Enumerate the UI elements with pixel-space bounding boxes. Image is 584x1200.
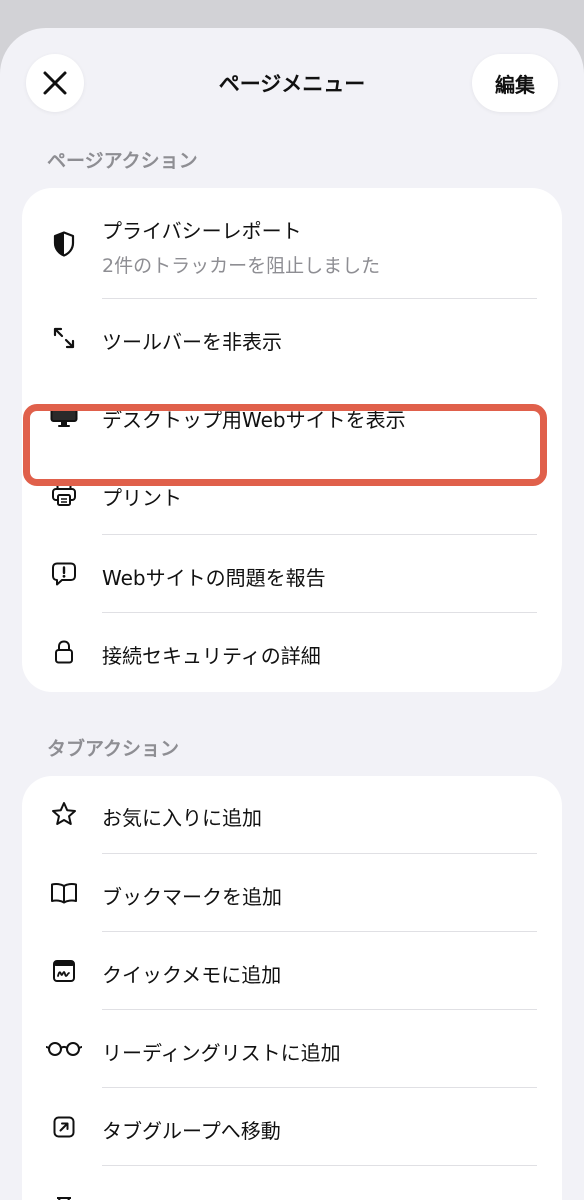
menu-item-label: リーディングリストに追加 — [102, 1041, 341, 1065]
quick-note-icon — [48, 955, 80, 987]
header: ページメニュー 編集 — [0, 28, 584, 140]
menu-item-add-quick-note[interactable]: クイックメモに追加 — [22, 932, 562, 1010]
arrows-diagonal-icon — [48, 322, 80, 354]
exclamation-bubble-icon — [48, 558, 80, 590]
menu-item-label: プライバシーレポート — [102, 219, 302, 243]
menu-item-label: ブックマークを追加 — [102, 885, 282, 909]
tab-actions-card: お気に入りに追加 ブックマークを追加 クイックメモに追加 リーディングリストに追… — [22, 776, 562, 1200]
menu-item-label: プリント — [102, 486, 182, 510]
shield-icon — [48, 228, 80, 260]
menu-item-partial[interactable] — [22, 1166, 562, 1200]
menu-item-subtitle: 2件のトラッカーを阻止しました — [102, 255, 381, 277]
menu-item-label: Webサイトの問題を報告 — [102, 566, 326, 590]
menu-item-add-reading-list[interactable]: リーディングリストに追加 — [22, 1010, 562, 1088]
star-icon — [48, 798, 80, 830]
book-icon — [48, 877, 80, 909]
hourglass-icon — [48, 1192, 80, 1200]
section-title-page-actions: ページアクション — [47, 150, 198, 172]
menu-item-report-issue[interactable]: Webサイトの問題を報告 — [22, 535, 562, 613]
menu-item-label: 接続セキュリティの詳細 — [102, 644, 321, 668]
menu-item-label: ツールバーを非表示 — [102, 330, 282, 354]
menu-item-add-favorites[interactable]: お気に入りに追加 — [22, 776, 562, 853]
menu-item-label: タブグループへ移動 — [102, 1119, 281, 1143]
menu-item-privacy-report[interactable]: プライバシーレポート 2件のトラッカーを阻止しました — [22, 188, 562, 298]
section-title-tab-actions: タブアクション — [47, 738, 180, 760]
highlight-desktop-website — [23, 404, 547, 486]
tab-group-arrow-icon — [48, 1111, 80, 1143]
menu-item-move-tab-group[interactable]: タブグループへ移動 — [22, 1088, 562, 1166]
menu-item-hide-toolbar[interactable]: ツールバーを非表示 — [22, 299, 562, 377]
edit-button[interactable]: 編集 — [472, 54, 558, 112]
menu-item-label: クイックメモに追加 — [102, 963, 282, 987]
menu-item-label: お気に入りに追加 — [102, 806, 262, 830]
menu-item-connection-security[interactable]: 接続セキュリティの詳細 — [22, 613, 562, 691]
glasses-icon — [44, 1033, 84, 1065]
page-menu-sheet: ページメニュー 編集 ページアクション プライバシーレポート 2件のトラッカーを… — [0, 28, 584, 1200]
menu-item-add-bookmark[interactable]: ブックマークを追加 — [22, 854, 562, 932]
lock-icon — [48, 636, 80, 668]
